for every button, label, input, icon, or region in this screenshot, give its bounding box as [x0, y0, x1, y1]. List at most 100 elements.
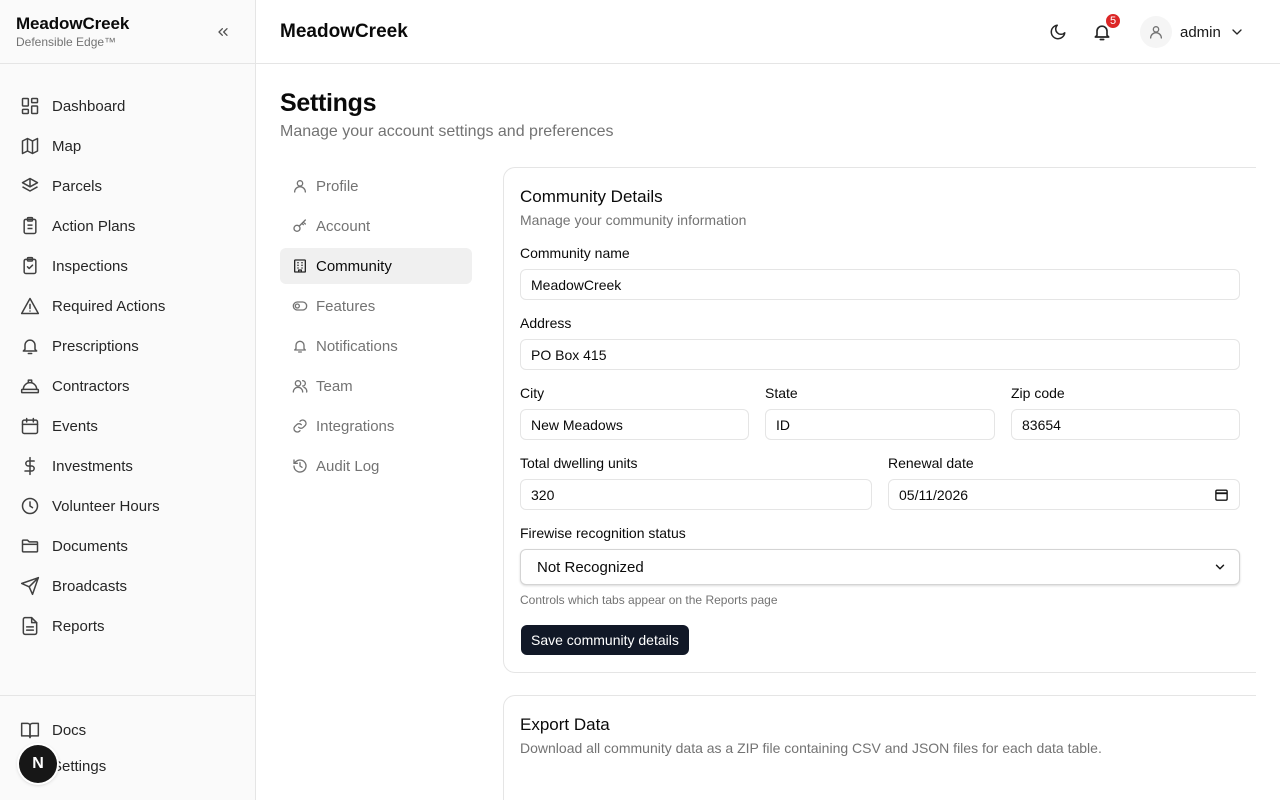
building-icon [294, 259, 306, 273]
settings-nav: Profile Account Community Features Notif… [280, 168, 472, 488]
renewal-date-label: Renewal date [888, 455, 974, 471]
top-header: MeadowCreek 5 admin [256, 0, 1280, 64]
sidebar-divider [0, 63, 256, 64]
sidebar-item-volunteer-hours[interactable]: Volunteer Hours [8, 486, 248, 526]
settings-tab-label: Audit Log [316, 457, 380, 475]
firewise-status-label: Firewise recognition status [520, 525, 686, 541]
user-menu-button[interactable]: admin [1140, 16, 1245, 48]
settings-tab-features[interactable]: Features [280, 288, 472, 324]
sidebar-item-label: Action Plans [52, 217, 136, 235]
hardhat-icon [20, 379, 40, 394]
calendar-icon[interactable] [1214, 487, 1229, 502]
dwelling-units-input[interactable]: 320 [520, 479, 872, 510]
folder-icon [21, 539, 39, 553]
assistant-fab-button[interactable]: N [19, 745, 57, 783]
settings-tab-integrations[interactable]: Integrations [280, 408, 472, 444]
sidebar-item-parcels[interactable]: Parcels [8, 166, 248, 206]
page-subtitle: Manage your account settings and prefere… [280, 123, 614, 140]
dollar-icon [24, 456, 35, 476]
sidebar-item-contractors[interactable]: Contractors [8, 366, 248, 406]
settings-tab-label: Profile [316, 177, 359, 195]
city-input[interactable]: New Meadows [520, 409, 749, 440]
bell-icon [294, 340, 306, 353]
sidebar-item-map[interactable]: Map [8, 126, 248, 166]
sidebar-item-events[interactable]: Events [8, 406, 248, 446]
sidebar-nav: Dashboard Map Parcels Action Plans Inspe… [8, 86, 248, 646]
settings-tab-label: Features [316, 297, 376, 315]
export-data-card: Export Data Download all community data … [503, 695, 1256, 800]
firewise-hint: Controls which tabs appear on the Report… [520, 593, 778, 607]
settings-tab-notifications[interactable]: Notifications [280, 328, 472, 364]
send-icon [20, 576, 40, 596]
users-icon [292, 380, 308, 393]
sidebar-item-label: Map [52, 137, 82, 155]
sidebar-item-investments[interactable]: Investments [8, 446, 248, 486]
settings-tab-audit-log[interactable]: Audit Log [280, 448, 472, 484]
firewise-status-select[interactable]: Not Recognized [520, 549, 1240, 585]
state-input[interactable]: ID [765, 409, 995, 440]
sidebar-item-label: Investments [52, 457, 133, 475]
card-description: Manage your community information [520, 212, 747, 228]
warning-icon [20, 297, 40, 315]
settings-tab-label: Account [316, 217, 371, 235]
collapse-sidebar-button[interactable] [212, 22, 234, 42]
bell-icon [22, 339, 38, 355]
toggle-icon [292, 301, 308, 311]
settings-tab-label: Community [316, 257, 392, 275]
brand: MeadowCreek Defensible Edge™ [16, 14, 129, 49]
link-icon [293, 419, 307, 433]
settings-tab-team[interactable]: Team [280, 368, 472, 404]
sidebar-item-reports[interactable]: Reports [8, 606, 248, 646]
dwelling-units-label: Total dwelling units [520, 455, 638, 471]
settings-tab-community[interactable]: Community [280, 248, 472, 284]
community-details-card: Community Details Manage your community … [503, 167, 1256, 673]
sidebar-item-action-plans[interactable]: Action Plans [8, 206, 248, 246]
save-community-button[interactable]: Save community details [521, 625, 689, 655]
sidebar-item-label: Contractors [52, 377, 130, 395]
theme-toggle-button[interactable] [1046, 20, 1070, 44]
brand-name: MeadowCreek [16, 14, 130, 33]
settings-tab-label: Integrations [316, 417, 395, 435]
sidebar-item-label: Reports [52, 617, 105, 635]
sidebar-item-label: Inspections [52, 257, 128, 275]
state-label: State [765, 385, 798, 401]
settings-tab-account[interactable]: Account [280, 208, 472, 244]
card-title: Community Details [520, 187, 663, 206]
community-name-input[interactable]: MeadowCreek [520, 269, 1240, 300]
settings-tab-label: Notifications [316, 337, 398, 355]
renewal-date-input[interactable]: 05/11/2026 [888, 479, 1240, 510]
renewal-date-value: 05/11/2026 [899, 486, 969, 503]
card-description: Download all community data as a ZIP fil… [520, 740, 1102, 756]
map-icon [21, 137, 39, 155]
key-icon [293, 219, 306, 232]
settings-tab-label: Team [316, 377, 353, 395]
user-icon [1150, 26, 1162, 39]
sidebar-item-prescriptions[interactable]: Prescriptions [8, 326, 248, 366]
sidebar-item-label: Documents [52, 537, 128, 555]
zip-input[interactable]: 83654 [1011, 409, 1240, 440]
sidebar-item-label: Dashboard [52, 97, 126, 115]
parcels-icon [21, 177, 39, 192]
clock-icon [21, 497, 39, 515]
sidebar-item-label: Broadcasts [52, 577, 128, 595]
sidebar-item-label: Settings [52, 757, 107, 775]
sidebar: MeadowCreek Defensible Edge™ Dashboard M… [0, 0, 256, 800]
sidebar-item-docs[interactable]: Docs [8, 712, 248, 748]
sidebar-item-documents[interactable]: Documents [8, 526, 248, 566]
notification-badge: 5 [1104, 12, 1123, 30]
avatar [1140, 16, 1172, 48]
sidebar-item-dashboard[interactable]: Dashboard [8, 86, 248, 126]
sidebar-item-label: Events [52, 417, 98, 435]
firewise-status-value: Not Recognized [537, 558, 644, 576]
settings-tab-profile[interactable]: Profile [280, 168, 472, 204]
sidebar-item-inspections[interactable]: Inspections [8, 246, 248, 286]
chevron-down-icon [1229, 24, 1245, 40]
sidebar-item-required-actions[interactable]: Required Actions [8, 286, 248, 326]
sidebar-item-broadcasts[interactable]: Broadcasts [8, 566, 248, 606]
address-input[interactable]: PO Box 415 [520, 339, 1240, 370]
address-label: Address [520, 315, 572, 331]
clipboard-icon [23, 216, 37, 235]
calendar-icon [21, 417, 39, 435]
page-title: Settings [280, 89, 377, 117]
community-name-label: Community name [520, 245, 630, 261]
